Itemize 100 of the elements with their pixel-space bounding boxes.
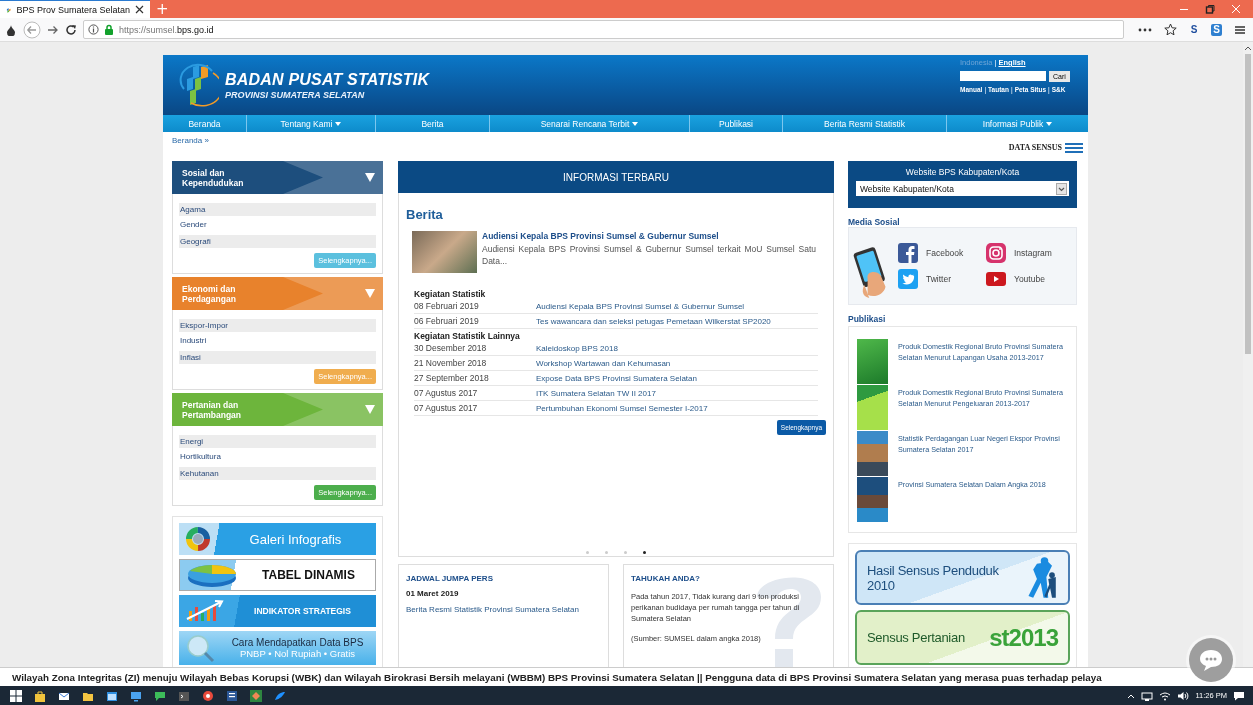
banner[interactable]: INDIKATOR STRATEGIS xyxy=(179,595,376,627)
carousel-dot[interactable] xyxy=(624,551,627,554)
news-link[interactable]: Tes wawancara dan seleksi petugas Pemetaan Wilkerstat SP2020 xyxy=(536,316,771,326)
group-title: Kegiatan Statistik Lainnya xyxy=(414,331,521,341)
cover-placeholder xyxy=(857,431,888,476)
news-link[interactable]: Expose Data BPS Provinsi Sumatera Selatan xyxy=(536,373,697,383)
lock-icon xyxy=(104,24,114,35)
star-icon[interactable] xyxy=(1163,23,1177,36)
close-icon[interactable] xyxy=(135,5,144,14)
play-icon xyxy=(986,272,1006,286)
document-icon[interactable] xyxy=(226,689,238,702)
section-header: INFORMASI TERBARU xyxy=(398,161,834,193)
news-link[interactable]: ITK Sumatera Selatan TW II 2017 xyxy=(536,388,656,398)
windows-icon[interactable] xyxy=(10,689,22,702)
category-link[interactable]: Energi xyxy=(179,435,376,448)
more-icon[interactable] xyxy=(1137,26,1152,33)
bar-chart-icon xyxy=(185,599,225,623)
date-text: 08 Februari 2019 xyxy=(414,301,480,311)
website-dropdown[interactable]: Website Kabupaten/Kota xyxy=(856,181,1069,196)
menu-icon[interactable] xyxy=(1234,23,1246,36)
carousel-dot[interactable] xyxy=(605,551,608,554)
extension-button[interactable]: S xyxy=(1188,23,1200,36)
speech-bubble-icon xyxy=(1198,648,1224,672)
scroll-up-icon[interactable] xyxy=(1244,45,1252,51)
banner[interactable]: Hasil Sensus Penduduk 2010 xyxy=(855,550,1070,605)
category-link[interactable]: Gender xyxy=(179,218,376,234)
social-link[interactable]: Youtube xyxy=(986,269,1076,289)
forward-icon[interactable] xyxy=(47,23,59,36)
cover-placeholder xyxy=(857,477,888,522)
magnifier-icon xyxy=(185,633,215,663)
carousel-dot[interactable] xyxy=(643,551,646,554)
category-link[interactable]: Geografi xyxy=(179,235,376,248)
date-text: 07 Agustus 2017 xyxy=(414,403,479,413)
cover-placeholder xyxy=(857,339,888,384)
search-field[interactable] xyxy=(960,71,1046,81)
speaker-icon[interactable] xyxy=(1177,690,1190,701)
gem-icon[interactable] xyxy=(250,689,262,702)
restore-icon[interactable] xyxy=(1205,4,1215,14)
category-link[interactable]: Kehutanan xyxy=(179,467,376,480)
panel-title: JADWAL JUMPA PERS xyxy=(406,574,494,583)
bag-icon[interactable] xyxy=(34,689,46,702)
triangle-icon xyxy=(365,405,375,414)
press-link[interactable]: Berita Resmi Statistik Provinsi Sumatera Selatan xyxy=(406,605,601,614)
news-summary: Audiensi Kepala BPS Provinsi Sumsel & Gubernur Sumsel terkait MoU Sumsel Satu Data... xyxy=(482,243,816,267)
banner-subtitle: PNBP • Nol Rupiah • Gratis xyxy=(239,648,356,659)
news-link[interactable]: Workshop Wartawan dan Kehumasan xyxy=(536,358,671,368)
social-link[interactable]: Facebook xyxy=(898,243,986,263)
ball-icon[interactable] xyxy=(202,689,214,702)
date-text: 01 Maret 2019 xyxy=(406,589,460,598)
scrollbar-thumb[interactable] xyxy=(1245,54,1251,354)
social-link[interactable]: Twitter xyxy=(898,269,986,289)
banner-title: Cara Mendapatkan Data BPS xyxy=(231,637,364,648)
chevron-up-icon[interactable] xyxy=(1127,692,1136,699)
panel-title: TAHUKAH ANDA? xyxy=(631,574,701,583)
site-title: BADAN PUSAT STATISTIK xyxy=(225,70,430,89)
site-subtitle: PROVINSI SUMATERA SELATAN xyxy=(225,89,366,100)
banner[interactable]: Cara Mendapatkan Data BPS PNBP • Nol Rupiah • Gratis xyxy=(179,631,376,665)
panel-title: Website BPS Kabupaten/Kota xyxy=(905,167,1020,177)
category-link[interactable]: Ekspor-Impor xyxy=(179,319,376,332)
data-sensus-button[interactable]: DATA SENSUS xyxy=(1008,141,1083,154)
category-link[interactable]: Inflasi xyxy=(179,351,376,364)
wave-icon[interactable] xyxy=(274,689,286,702)
social-link[interactable]: Instagram xyxy=(986,243,1076,263)
banner-title: TABEL DINAMIS xyxy=(262,568,355,582)
triangle-icon xyxy=(365,173,375,182)
terminal-icon[interactable] xyxy=(178,689,190,702)
info-icon[interactable] xyxy=(88,24,99,35)
notification-icon[interactable] xyxy=(1233,690,1245,701)
news-title-link[interactable]: Audiensi Kepala BPS Provinsi Sumsel & Gubernur Sumsel xyxy=(482,231,816,241)
category-link[interactable]: Agama xyxy=(179,203,376,216)
monitor-icon[interactable] xyxy=(130,689,142,702)
banner-title: Galeri Infografis xyxy=(249,531,342,547)
date-text: 07 Agustus 2017 xyxy=(414,388,479,398)
triangle-icon xyxy=(365,289,375,298)
window-icon[interactable] xyxy=(106,689,118,702)
category-header[interactable]: Sosial dan Kependudukan xyxy=(172,161,383,194)
date-text: 06 Februari 2019 xyxy=(414,316,480,326)
banner[interactable]: TABEL DINAMIS xyxy=(179,559,376,591)
reload-icon[interactable] xyxy=(65,23,77,36)
network-icon[interactable] xyxy=(1141,690,1154,701)
banner[interactable]: Sensus Pertanian st2013 xyxy=(855,610,1070,665)
browser-tab[interactable]: BPS Prov Sumatera Selatan xyxy=(0,0,150,18)
extension-button[interactable]: S xyxy=(1211,23,1222,36)
url-text: https://sumsel.bps.go.id xyxy=(119,24,214,35)
date-text: 30 Desember 2018 xyxy=(414,343,488,353)
news-link[interactable]: Kaleidoskop BPS 2018 xyxy=(536,343,618,353)
news-link[interactable]: Audiensi Kepala BPS Provinsi Sumsel & Gubernur Sumsel xyxy=(536,301,745,311)
carousel-dot[interactable] xyxy=(586,551,589,554)
address-bar[interactable]: https://sumsel.bps.go.id xyxy=(83,20,1124,39)
wifi-icon[interactable] xyxy=(1159,690,1172,701)
news-link[interactable]: Pertumbuhan Ekonomi Sumsel Semester I-2017 xyxy=(536,403,708,413)
tab-title: BPS Prov Sumatera Selatan xyxy=(16,4,130,15)
date-text: 27 September 2018 xyxy=(414,373,490,383)
category-link[interactable]: Hortikultura xyxy=(179,450,376,466)
chat-icon[interactable] xyxy=(154,689,166,702)
banner-logo-text: st2013 xyxy=(989,623,1058,652)
category-link[interactable]: Industri xyxy=(179,334,376,350)
f-logo-icon xyxy=(898,243,918,263)
breadcrumb-link[interactable]: Beranda » xyxy=(172,136,209,145)
banner-title: Sensus Pertanian xyxy=(867,630,965,645)
